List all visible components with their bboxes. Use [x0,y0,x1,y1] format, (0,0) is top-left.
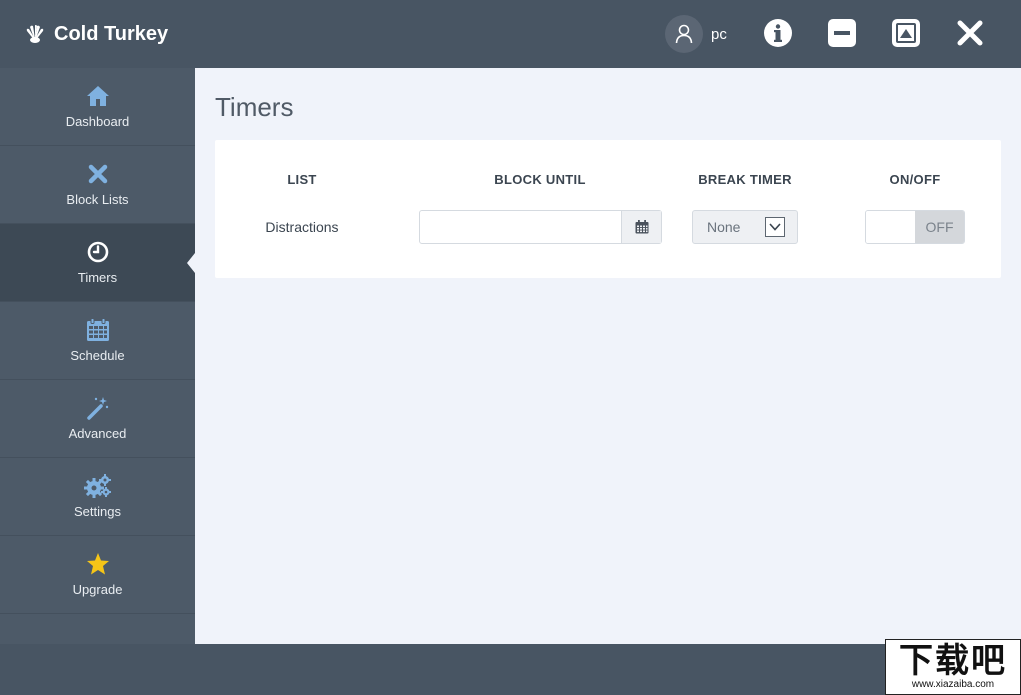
on-off-toggle[interactable]: OFF [865,210,965,244]
list-name: Distractions [265,219,339,235]
sidebar-item-label: Block Lists [66,192,129,207]
turkey-fan-icon [24,25,46,43]
column-header-on-off: ON/OFF [889,172,941,187]
column-header-list: LIST [287,172,317,187]
chevron-down-icon [765,217,785,237]
gears-icon [83,474,112,498]
user-menu[interactable]: pc [665,14,727,54]
title-bar: Cold Turkey pc [0,0,1021,68]
sidebar-item-label: Settings [74,504,121,519]
sidebar-item-label: Upgrade [72,582,123,597]
sidebar-item-upgrade[interactable]: Upgrade [0,536,195,614]
watermark-text: 下载吧 [899,642,1007,680]
sidebar-item-schedule[interactable]: Schedule [0,302,195,380]
brand: Cold Turkey [24,0,168,68]
sidebar-item-dashboard[interactable]: Dashboard [0,68,195,146]
user-name: pc [711,25,727,43]
close-button[interactable] [955,18,985,48]
column-header-block-until: BLOCK UNTIL [494,172,586,187]
avatar[interactable] [665,15,703,53]
maximize-button[interactable] [891,18,921,48]
info-icon [764,19,792,47]
break-timer-value: None [707,219,741,235]
minimize-button[interactable] [827,18,857,48]
sidebar-item-advanced[interactable]: Advanced [0,380,195,458]
block-until-field [419,210,662,244]
watermark-url: www.xiazaiba.com [911,679,995,690]
timers-card: LIST BLOCK UNTIL BREAK TIMER ON/OFF Dist… [215,140,1001,278]
star-icon [86,552,110,576]
minimize-icon [828,19,856,47]
sidebar-item-timers[interactable]: Timers [0,224,195,302]
user-icon [675,24,693,44]
sidebar: Dashboard Block Lists Timers Schedule Ad… [0,68,195,644]
toggle-knob [866,211,915,243]
sidebar-item-label: Schedule [70,348,125,363]
main-content: Timers LIST BLOCK UNTIL BREAK TIMER ON/O… [195,68,1021,644]
sidebar-item-label: Advanced [68,426,127,441]
block-until-input[interactable] [420,211,621,243]
sidebar-item-label: Dashboard [65,114,130,129]
sidebar-item-settings[interactable]: Settings [0,458,195,536]
maximize-icon [892,19,920,47]
sidebar-item-block-lists[interactable]: Block Lists [0,146,195,224]
home-icon [86,84,110,108]
x-icon [88,162,108,186]
sidebar-item-label: Timers [77,270,118,285]
magic-wand-icon [86,396,110,420]
clock-icon [87,240,109,264]
page-title: Timers [215,92,294,122]
close-icon [957,20,983,46]
toggle-state-label: OFF [915,211,964,243]
info-button[interactable] [763,18,793,48]
column-header-break-timer: BREAK TIMER [698,172,792,187]
date-picker-button[interactable] [621,211,661,243]
calendar-icon [635,220,648,234]
watermark: 下载吧 www.xiazaiba.com [885,639,1021,695]
calendar-icon [86,318,110,342]
break-timer-select[interactable]: None [692,210,798,244]
app-title: Cold Turkey [54,22,169,45]
status-bar [0,644,1021,695]
